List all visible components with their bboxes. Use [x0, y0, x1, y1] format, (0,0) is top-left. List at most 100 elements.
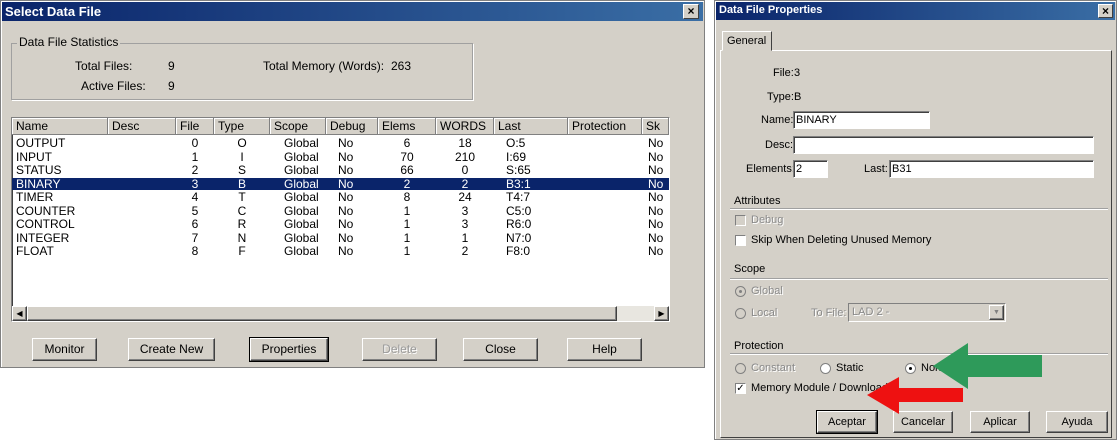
monitor-button[interactable]: Monitor: [32, 338, 97, 361]
scroll-thumb[interactable]: [27, 306, 617, 321]
total-memory-value: 263: [391, 59, 412, 73]
tab-general[interactable]: General: [722, 31, 772, 51]
help-button[interactable]: Ayuda: [1046, 411, 1108, 433]
column-header-debug[interactable]: Debug: [326, 118, 378, 135]
column-header-scope[interactable]: Scope: [270, 118, 326, 135]
cell-file: 3: [191, 177, 199, 190]
column-header-sk[interactable]: Sk: [642, 118, 669, 135]
select-data-file-dialog: Select Data File × Data File Statistics …: [0, 0, 705, 368]
dialog-title: Select Data File: [5, 4, 102, 19]
cell-debug: No: [338, 164, 354, 176]
static-radio[interactable]: [820, 363, 831, 374]
table-row[interactable]: BINARY 3 B Global No 2 2 B3:1 No: [12, 177, 669, 190]
scroll-right-button[interactable]: ▶: [654, 306, 669, 321]
cell-scope: Global: [284, 177, 319, 190]
table-row[interactable]: COUNTER 5 C Global No 1 3 C5:0 No: [12, 205, 669, 217]
chevron-down-icon[interactable]: ▼: [989, 305, 1004, 320]
debug-checkbox[interactable]: [735, 215, 746, 226]
attributes-title: Attributes: [734, 195, 781, 207]
table-row[interactable]: INTEGER 7 N Global No 1 1 N7:0 No: [12, 232, 669, 244]
list-header: Name Desc File Type Scope Debug Elems WORDS Last…: [12, 118, 669, 135]
skip-unused-memory-label: Skip When Deleting Unused Memory: [751, 234, 932, 246]
cell-words: 3: [461, 218, 469, 230]
global-radio[interactable]: [735, 286, 746, 297]
column-header-type[interactable]: Type: [214, 118, 270, 135]
memory-module-checkbox[interactable]: ✓: [735, 383, 746, 394]
cell-name: STATUS: [16, 164, 62, 176]
cancel-button[interactable]: Cancelar: [893, 411, 953, 433]
title-bar[interactable]: Data File Properties ×: [716, 2, 1115, 20]
cell-file: 5: [191, 204, 199, 217]
close-button[interactable]: Close: [463, 338, 538, 361]
cell-scope: Global: [284, 245, 319, 257]
column-header-protection[interactable]: Protection: [568, 118, 642, 135]
none-radio[interactable]: [905, 363, 916, 374]
cell-type: S: [237, 164, 246, 176]
elements-field[interactable]: 2: [793, 160, 828, 178]
attributes-divider: [730, 208, 1108, 210]
local-label: Local: [751, 307, 778, 319]
last-field-value: B31: [892, 163, 912, 175]
column-header-last[interactable]: Last: [494, 118, 568, 135]
protection-divider: [730, 353, 1108, 355]
skip-unused-memory-checkbox[interactable]: [735, 235, 746, 246]
cell-type: T: [238, 191, 246, 203]
cell-type: I: [240, 150, 244, 163]
table-row[interactable]: FLOAT 8 F Global No 1 2 F8:0 No: [12, 245, 669, 257]
column-header-desc[interactable]: Desc: [108, 118, 176, 135]
column-header-elems[interactable]: Elems: [378, 118, 436, 135]
to-file-value: LAD 2 -: [852, 306, 890, 318]
table-row[interactable]: INPUT 1 I Global No 70 210 I:69 No: [12, 151, 669, 163]
elements-label: Elements:: [746, 163, 795, 175]
name-field[interactable]: BINARY: [793, 111, 930, 129]
scroll-left-button[interactable]: ◀: [12, 306, 27, 321]
delete-button[interactable]: Delete: [362, 338, 437, 361]
column-header-file[interactable]: File: [176, 118, 214, 135]
column-header-words[interactable]: WORDS: [436, 118, 494, 135]
cell-name: CONTROL: [16, 218, 75, 230]
title-bar[interactable]: Select Data File ×: [2, 2, 703, 21]
debug-label: Debug: [751, 214, 784, 226]
cell-last: T4:7: [506, 191, 531, 203]
cell-file: 0: [191, 137, 199, 149]
accept-button[interactable]: Aceptar: [816, 410, 878, 434]
file-value: 3: [794, 67, 801, 79]
help-button[interactable]: Help: [567, 338, 642, 361]
data-file-list[interactable]: Name Desc File Type Scope Debug Elems WORDS Last…: [11, 117, 670, 322]
desc-field[interactable]: [793, 136, 1094, 154]
table-row[interactable]: CONTROL 6 R Global No 1 3 R6:0 No: [12, 218, 669, 230]
column-header-name[interactable]: Name: [12, 118, 108, 135]
cell-elems: 6: [403, 137, 411, 149]
apply-button[interactable]: Aplicar: [970, 411, 1030, 433]
tab-general-label: General: [727, 35, 767, 47]
cell-scope: Global: [284, 164, 319, 176]
close-icon[interactable]: ×: [1098, 4, 1113, 18]
table-row[interactable]: TIMER 4 T Global No 8 24 T4:7 No: [12, 191, 669, 203]
local-radio[interactable]: [735, 308, 746, 319]
active-files-value: 9: [168, 79, 175, 93]
to-file-dropdown[interactable]: LAD 2 - ▼: [848, 303, 1006, 322]
cell-debug: No: [338, 137, 354, 149]
table-row[interactable]: OUTPUT 0 O Global No 6 18 O:5 No: [12, 137, 669, 149]
cell-words: 3: [461, 204, 469, 217]
create-new-button[interactable]: Create New: [128, 338, 215, 361]
cell-last: F8:0: [506, 245, 531, 257]
cell-debug: No: [338, 231, 354, 244]
last-field[interactable]: B31: [889, 160, 1094, 178]
cell-sk: No: [648, 137, 664, 149]
table-row[interactable]: STATUS 2 S Global No 66 0 S:65 No: [12, 164, 669, 176]
cell-file: 2: [191, 164, 199, 176]
constant-radio[interactable]: [735, 363, 746, 374]
cell-words: 0: [461, 164, 469, 176]
total-files-label: Total Files:: [75, 59, 133, 73]
type-value: B: [794, 91, 802, 103]
cell-elems: 8: [403, 191, 411, 203]
close-icon[interactable]: ×: [683, 4, 699, 19]
total-memory-label: Total Memory (Words):: [263, 59, 385, 73]
radio-dot: [909, 367, 912, 370]
properties-button[interactable]: Properties: [249, 337, 329, 362]
cell-last: R6:0: [506, 218, 532, 230]
horizontal-scrollbar[interactable]: ◀ ▶: [12, 306, 669, 321]
cell-file: 1: [191, 150, 199, 163]
stats-group-title: Data File Statistics: [17, 35, 121, 49]
